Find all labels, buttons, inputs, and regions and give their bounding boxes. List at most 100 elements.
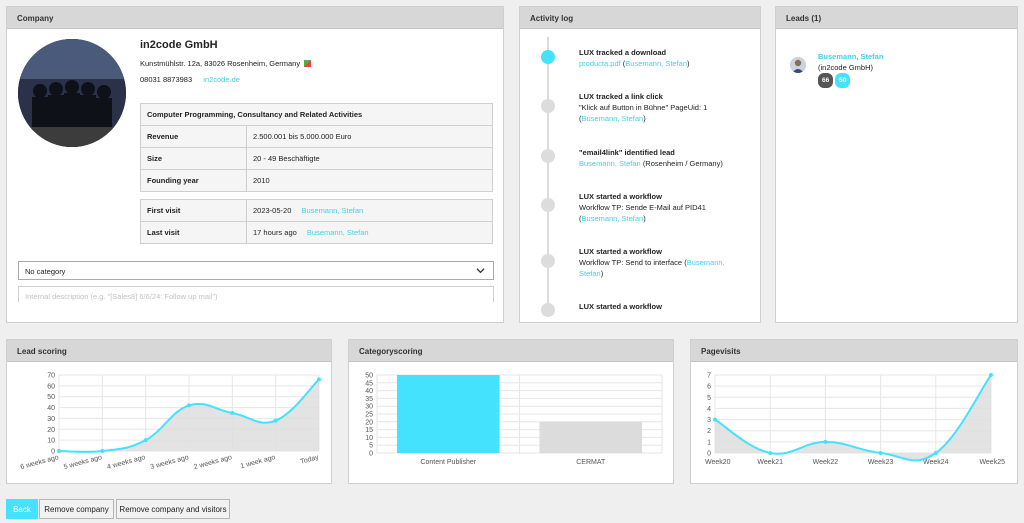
activity-text: Workflow TP: Send to interface xyxy=(579,258,683,267)
activity-item: "email4link" identified lead Busemann, S… xyxy=(579,147,739,169)
description-placeholder: Internal description (e.g. "[Sales8] 6/6… xyxy=(25,292,218,301)
activity-item: LUX started a workflow xyxy=(579,301,739,312)
y-tick-label: 35 xyxy=(365,396,373,403)
first-visit-visitor-link[interactable]: Busemann, Stefan xyxy=(301,206,363,215)
activity-item: LUX started a workflow Workflow TP: Send… xyxy=(579,192,706,223)
visit-value: 17 hours ago Busemann, Stefan xyxy=(246,221,493,244)
timeline-dot xyxy=(541,254,555,268)
visit-key: First visit xyxy=(140,199,247,222)
lead-company: (in2code GmbH) xyxy=(818,63,874,72)
y-tick-label: 20 xyxy=(47,427,55,434)
company-phone: 08031 8873983 xyxy=(140,75,193,84)
x-tick-label: Week25 xyxy=(979,459,1005,466)
activity-file-link[interactable]: producta.pdf xyxy=(579,59,621,68)
y-tick-label: 40 xyxy=(365,388,373,395)
y-tick-label: 1 xyxy=(707,439,711,446)
y-tick-label: 50 xyxy=(365,373,373,380)
x-tick-label: 4 weeks ago xyxy=(106,454,146,471)
data-point xyxy=(878,451,883,455)
fact-value: 20 - 49 Beschäftigte xyxy=(246,147,493,170)
lead-category-badge: 50 xyxy=(835,73,851,88)
y-tick-label: 0 xyxy=(707,451,711,458)
remove-company-visitors-button[interactable]: Remove company and visitors xyxy=(116,499,230,519)
visit-value: 2023-05-20 Busemann, Stefan xyxy=(246,199,493,222)
category-select-value: No category xyxy=(25,267,66,276)
x-tick-label: Week22 xyxy=(813,459,839,466)
y-tick-label: 15 xyxy=(365,427,373,434)
last-visit-date: 17 hours ago xyxy=(253,228,297,237)
y-tick-label: 4 xyxy=(707,406,711,413)
y-tick-label: 0 xyxy=(369,451,373,458)
company-website-link[interactable]: in2code.de xyxy=(203,75,240,84)
leads-title: Leads (1) xyxy=(776,7,1017,29)
chevron-down-icon xyxy=(476,266,485,277)
activity-person-link[interactable]: Busemann, Stefan xyxy=(579,159,641,168)
y-tick-label: 60 xyxy=(47,383,55,390)
fact-key: Founding year xyxy=(140,169,247,192)
y-tick-label: 30 xyxy=(47,416,55,423)
y-tick-label: 5 xyxy=(369,443,373,450)
pagevisits-chart: 0 1 2 3 4 5 6 7 Week20 Week21 Week22 Week23 Week24 We… xyxy=(705,373,1005,467)
leads-panel: Leads (1) Busemann, Stefan (in2code GmbH… xyxy=(775,6,1018,323)
data-point xyxy=(933,451,938,455)
description-textarea[interactable]: Internal description (e.g. "[Sales8] 6/6… xyxy=(18,286,494,302)
y-tick-label: 70 xyxy=(47,373,55,380)
category-scoring-chart: 05101520253035404550 Content Publisher CER… xyxy=(365,373,663,466)
activity-person-link[interactable]: Busemann, Stefan xyxy=(582,214,644,223)
data-point xyxy=(317,377,321,382)
company-panel: Company in2code GmbH Kunstmühlstr. 12a, … xyxy=(6,6,504,323)
activity-title: LUX started a workflow xyxy=(579,192,662,201)
activity-item: LUX tracked a download producta.pdf (Bus… xyxy=(579,48,690,68)
fact-value: 2.500.001 bis 5.000.000 Euro xyxy=(246,125,493,148)
data-point xyxy=(273,418,278,423)
timeline-dot xyxy=(541,303,555,317)
activity-title: LUX tracked a download xyxy=(579,48,667,57)
category-scoring-title: Categoryscoring xyxy=(349,340,673,362)
activity-title: LUX started a workflow xyxy=(579,302,662,311)
activity-title: LUX started a workflow xyxy=(579,247,662,256)
data-point xyxy=(100,449,105,453)
activity-person-link[interactable]: Busemann, Stefan xyxy=(582,114,644,123)
x-tick-label: 5 weeks ago xyxy=(63,454,103,471)
lead-scoring-title: Lead scoring xyxy=(7,340,331,362)
activity-person-link[interactable]: Busemann, Stefan xyxy=(625,59,687,68)
data-point xyxy=(187,403,191,408)
bar xyxy=(396,375,500,453)
remove-company-button[interactable]: Remove company xyxy=(39,499,114,519)
timeline-dot xyxy=(541,50,555,64)
data-point xyxy=(143,438,148,443)
fact-value: 2010 xyxy=(246,169,493,192)
x-tick-label: Content Publisher xyxy=(420,459,476,466)
company-contact-line: 08031 8873983 in2code.de xyxy=(140,75,240,84)
category-select[interactable]: No category xyxy=(18,261,494,280)
data-point xyxy=(57,449,61,453)
back-button[interactable]: Back xyxy=(6,499,38,519)
x-tick-label: 2 weeks ago xyxy=(193,454,233,471)
activity-text: Workflow TP: Sende E-Mail auf PID41 xyxy=(579,203,706,212)
y-tick-label: 30 xyxy=(365,404,373,411)
activity-title: "email4link" identified lead xyxy=(579,148,675,157)
x-tick-label: 3 weeks ago xyxy=(150,454,190,471)
lead-scoring-chart: 0102030405060706 weeks ago 5 weeks ago 4 w… xyxy=(20,373,321,471)
activity-log-panel: Activity log LUX tracked a download prod… xyxy=(519,6,761,323)
company-branch: Computer Programming, Consultancy and Re… xyxy=(140,103,493,126)
data-point xyxy=(989,373,993,377)
lead-avatar xyxy=(790,57,806,73)
data-point xyxy=(230,411,235,415)
x-tick-label: Week24 xyxy=(923,459,949,466)
timeline-dot xyxy=(541,99,555,113)
activity-item: LUX started a workflow Workflow TP: Send… xyxy=(579,247,725,278)
x-tick-label: Today xyxy=(300,454,320,466)
lead-name-link[interactable]: Busemann, Stefan xyxy=(818,52,883,61)
pagevisits-title: Pagevisits xyxy=(691,340,1017,362)
y-tick-label: 5 xyxy=(707,395,711,402)
x-tick-label: Week21 xyxy=(757,459,783,466)
data-point xyxy=(768,451,773,455)
last-visit-visitor-link[interactable]: Busemann, Stefan xyxy=(307,228,369,237)
timeline-dot xyxy=(541,198,555,212)
map-icon[interactable] xyxy=(304,60,312,67)
company-panel-title: Company xyxy=(7,7,503,29)
y-tick-label: 45 xyxy=(365,380,373,387)
company-address: Kunstmühlstr. 12a, 83026 Rosenheim, Germ… xyxy=(140,59,301,68)
visit-key: Last visit xyxy=(140,221,247,244)
